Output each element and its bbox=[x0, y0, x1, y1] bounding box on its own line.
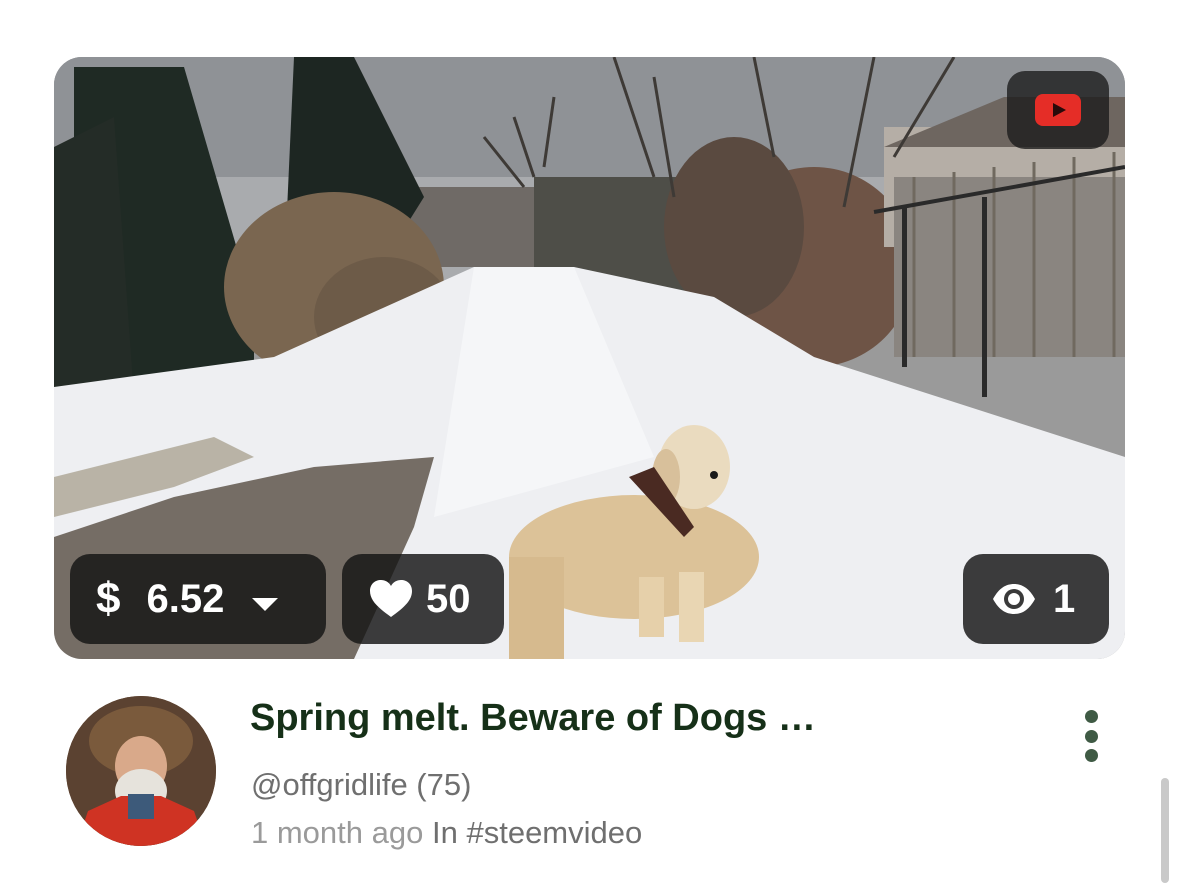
heart-icon bbox=[370, 580, 412, 618]
avatar[interactable] bbox=[66, 696, 216, 846]
views-indicator: 1 bbox=[963, 554, 1109, 644]
post-age: 1 month ago bbox=[251, 815, 424, 850]
eye-icon bbox=[991, 582, 1037, 616]
payout-button[interactable]: $ 6.52 bbox=[70, 554, 326, 644]
caret-down-icon bbox=[252, 577, 279, 622]
views-count: 1 bbox=[1053, 576, 1076, 621]
youtube-icon bbox=[1035, 94, 1081, 126]
kebab-menu-icon[interactable] bbox=[1078, 710, 1104, 762]
category-link[interactable]: #steemvideo bbox=[466, 815, 642, 850]
category-prefix: In bbox=[431, 815, 458, 850]
currency-symbol: $ bbox=[96, 574, 121, 623]
payout-amount: 6.52 bbox=[146, 576, 225, 621]
video-thumbnail-card[interactable]: $ 6.52 50 1 bbox=[54, 57, 1125, 659]
like-button[interactable]: 50 bbox=[342, 554, 504, 644]
post-meta: 1 month ago In #steemvideo bbox=[251, 815, 642, 851]
author-link[interactable]: @offgridlife (75) bbox=[251, 767, 471, 803]
likes-count: 50 bbox=[426, 576, 471, 621]
post-title[interactable]: Spring melt. Beware of Dogs … bbox=[250, 697, 816, 740]
scrollbar[interactable] bbox=[1161, 778, 1169, 883]
youtube-badge bbox=[1007, 71, 1109, 149]
